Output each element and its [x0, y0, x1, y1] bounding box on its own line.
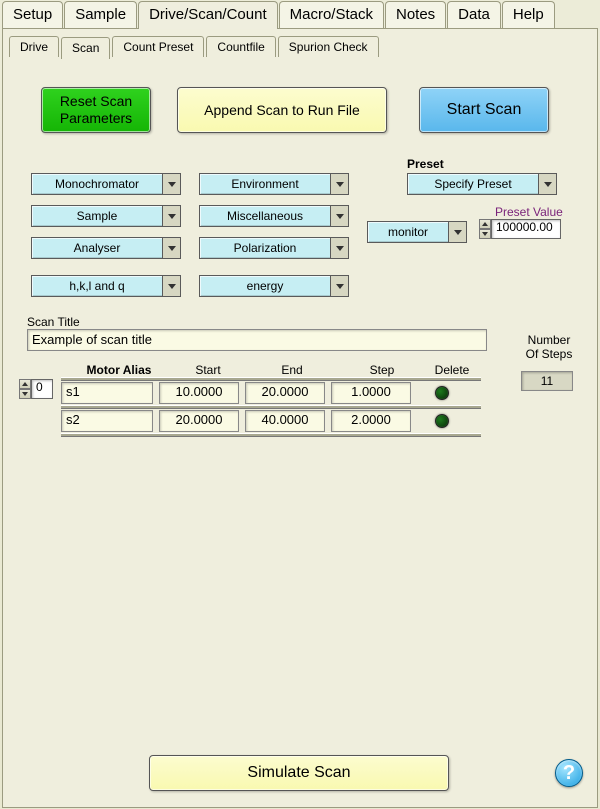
scan-title-label: Scan Title [27, 315, 80, 329]
dd-environment[interactable]: Environment [199, 173, 349, 195]
preset-value-input[interactable]: 100000.00 [491, 219, 561, 239]
row-separator [61, 433, 481, 437]
dd-monochromator[interactable]: Monochromator [31, 173, 181, 195]
start-scan-button[interactable]: Start Scan [419, 87, 549, 133]
sub-tabs: Drive Scan Count Preset Countfile Spurio… [3, 29, 597, 57]
row1-start[interactable]: 10.0000 [159, 382, 239, 404]
scan-panel: Reset Scan Parameters Append Scan to Run… [9, 57, 591, 797]
steps-label1: Number [519, 333, 579, 347]
steps-label2: Of Steps [519, 347, 579, 361]
subtab-drive[interactable]: Drive [9, 36, 59, 58]
chevron-down-icon [162, 206, 180, 226]
tab-setup[interactable]: Setup [2, 1, 63, 29]
chevron-down-icon [162, 276, 180, 296]
preset-label: Preset [407, 157, 444, 171]
row1-alias[interactable]: s1 [61, 382, 153, 404]
chevron-down-icon [162, 238, 180, 258]
simulate-scan-button[interactable]: Simulate Scan [149, 755, 449, 791]
col-start: Start [173, 363, 243, 377]
main-panel: Drive Scan Count Preset Countfile Spurio… [2, 28, 598, 808]
col-delete: Delete [427, 363, 477, 377]
dd-preset-mode[interactable]: monitor [367, 221, 467, 243]
tab-drive-scan-count[interactable]: Drive/Scan/Count [138, 1, 278, 29]
dd-energy[interactable]: energy [199, 275, 349, 297]
tab-macro-stack[interactable]: Macro/Stack [279, 1, 384, 29]
dd-analyser[interactable]: Analyser [31, 237, 181, 259]
subtab-scan[interactable]: Scan [61, 37, 110, 59]
dd-polarization[interactable]: Polarization [199, 237, 349, 259]
col-end: End [257, 363, 327, 377]
chevron-down-icon [330, 238, 348, 258]
col-motor-alias: Motor Alias [79, 363, 159, 377]
chevron-down-icon [330, 206, 348, 226]
row-index-input[interactable]: 0 [31, 379, 53, 399]
tab-data[interactable]: Data [447, 1, 501, 29]
row2-end[interactable]: 40.0000 [245, 410, 325, 432]
dd-hklq[interactable]: h,k,l and q [31, 275, 181, 297]
preset-value-label: Preset Value [495, 205, 563, 219]
subtab-spurion-check[interactable]: Spurion Check [278, 36, 379, 58]
append-scan-button[interactable]: Append Scan to Run File [177, 87, 387, 133]
dd-sample[interactable]: Sample [31, 205, 181, 227]
preset-value-spinner[interactable] [479, 219, 491, 239]
main-tabs: Setup Sample Drive/Scan/Count Macro/Stac… [0, 0, 600, 28]
chevron-down-icon [538, 174, 556, 194]
steps-value: 11 [521, 371, 573, 391]
subtab-count-preset[interactable]: Count Preset [112, 36, 204, 58]
tab-notes[interactable]: Notes [385, 1, 446, 29]
tab-sample[interactable]: Sample [64, 1, 137, 29]
row2-step[interactable]: 2.0000 [331, 410, 411, 432]
tab-help[interactable]: Help [502, 1, 555, 29]
chevron-down-icon [330, 174, 348, 194]
scan-title-input[interactable]: Example of scan title [27, 329, 487, 351]
row-index-spinner[interactable] [19, 379, 31, 399]
dd-specify-preset[interactable]: Specify Preset [407, 173, 557, 195]
help-icon[interactable]: ? [555, 759, 583, 787]
chevron-down-icon [162, 174, 180, 194]
chevron-down-icon [330, 276, 348, 296]
reset-scan-button[interactable]: Reset Scan Parameters [41, 87, 151, 133]
row1-step[interactable]: 1.0000 [331, 382, 411, 404]
row2-alias[interactable]: s2 [61, 410, 153, 432]
col-step: Step [347, 363, 417, 377]
row1-delete-led[interactable] [435, 386, 449, 400]
subtab-countfile[interactable]: Countfile [206, 36, 275, 58]
chevron-down-icon [448, 222, 466, 242]
dd-miscellaneous[interactable]: Miscellaneous [199, 205, 349, 227]
row1-end[interactable]: 20.0000 [245, 382, 325, 404]
row2-delete-led[interactable] [435, 414, 449, 428]
row2-start[interactable]: 20.0000 [159, 410, 239, 432]
